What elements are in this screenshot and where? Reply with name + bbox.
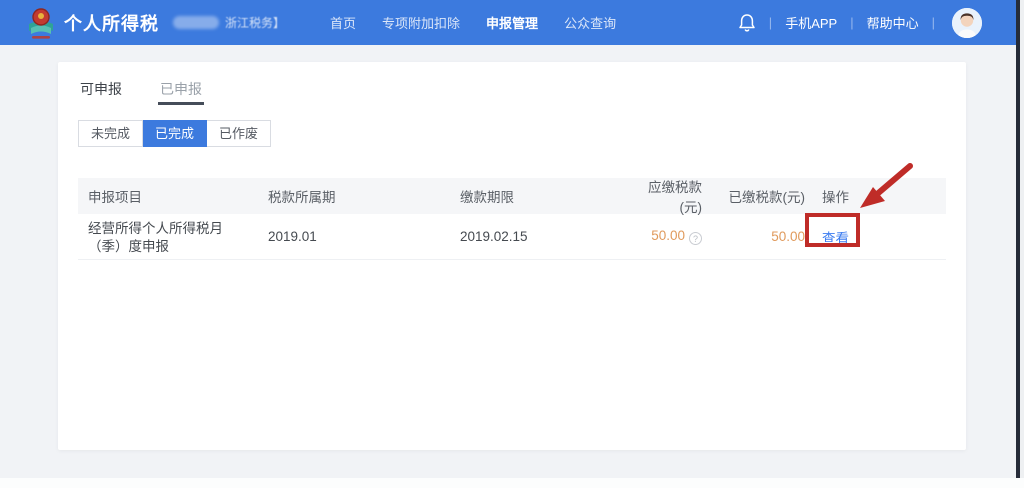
top-header-bar: 个人所得税 浙江税务】 首页 专项附加扣除 申报管理 公众查询 | 手机APP … [0,0,1024,45]
divider: | [931,15,935,30]
question-circle-icon[interactable]: ? [689,232,702,245]
cell-tax-paid: 50.00 [712,229,815,244]
bell-icon[interactable] [738,13,756,33]
tax-payable-amount: 50.00 [651,228,685,243]
col-header-tax-paid: 已缴税款(元) [728,190,806,205]
col-header-payment-deadline: 缴款期限 [460,190,514,205]
declaration-table: 申报项目 税款所属期 缴款期限 应缴税款(元) 已缴税款(元) 操作 经营所得个… [78,178,946,260]
tab-declarable[interactable]: 可申报 [78,75,124,105]
nav-item-special-deduction[interactable]: 专项附加扣除 [382,13,460,32]
nav-item-public-query[interactable]: 公众查询 [564,13,616,32]
tax-paid-amount: 50.00 [771,229,805,244]
blurred-username [173,16,219,29]
cell-tax-payable: 50.00? [620,228,712,245]
user-avatar[interactable] [952,7,982,38]
col-header-tax-period: 税款所属期 [268,190,336,205]
avatar-person-icon [952,7,982,38]
screenshot-bottom-edge [0,478,1024,488]
table-row: 经营所得个人所得税月（季）度申报 2019.01 2019.02.15 50.0… [78,214,946,260]
app-title: 个人所得税 [64,13,159,34]
mobile-app-link[interactable]: 手机APP [785,13,837,32]
help-center-link[interactable]: 帮助中心 [867,13,919,32]
filter-unfinished-button[interactable]: 未完成 [78,120,144,147]
cell-tax-period: 2019.01 [268,229,317,244]
status-filter-group: 未完成 已完成 已作废 [78,120,946,147]
cell-payment-deadline: 2019.02.15 [460,229,528,244]
screenshot-right-edge [1016,0,1020,488]
table-header-row: 申报项目 税款所属期 缴款期限 应缴税款(元) 已缴税款(元) 操作 [78,178,946,215]
content-card: 可申报 已申报 未完成 已完成 已作废 申报项目 税款所属期 缴款期限 应缴税款… [58,62,966,450]
main-nav: 首页 专项附加扣除 申报管理 公众查询 [317,13,629,32]
cell-project: 经营所得个人所得税月（季）度申报 [88,220,223,254]
brand-home-link[interactable]: 个人所得税 浙江税务】 [26,5,285,41]
nav-item-home[interactable]: 首页 [330,13,356,32]
divider: | [768,15,773,30]
filter-voided-button[interactable]: 已作废 [207,120,272,147]
cell-action: 查看 [815,227,946,247]
declaration-tabs: 可申报 已申报 [78,75,946,105]
view-link[interactable]: 查看 [822,231,849,246]
divider: | [850,15,854,30]
region-label: 浙江税务】 [225,16,286,30]
header-right-cluster: | 手机APP | 帮助中心 | [738,7,982,38]
screenshot-right-margin [1020,0,1024,488]
col-header-project: 申报项目 [88,190,142,205]
col-header-tax-payable: 应缴税款(元) [648,180,702,215]
tax-bureau-logo-icon [29,7,53,39]
filter-finished-button[interactable]: 已完成 [143,120,208,147]
col-header-action: 操作 [822,190,849,205]
tab-declared[interactable]: 已申报 [158,75,204,105]
nav-item-declaration-management[interactable]: 申报管理 [486,13,538,32]
